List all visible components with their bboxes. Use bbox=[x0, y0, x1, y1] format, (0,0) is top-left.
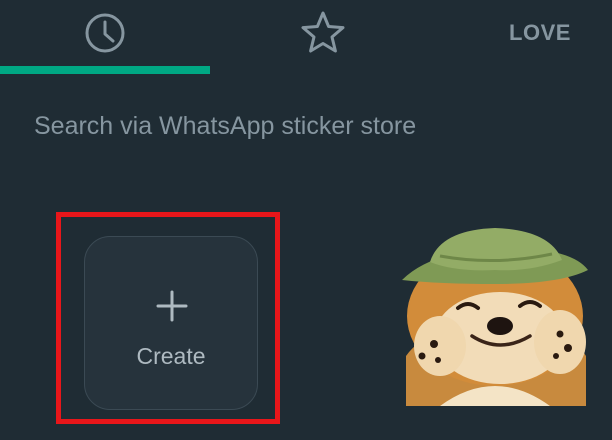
selected-tab-indicator bbox=[0, 66, 210, 74]
tab-love-label: LOVE bbox=[509, 20, 571, 45]
star-icon bbox=[301, 11, 345, 53]
sticker-store-search-link[interactable]: Search via WhatsApp sticker store bbox=[34, 112, 416, 141]
tab-favorites[interactable] bbox=[218, 0, 428, 66]
plus-icon bbox=[156, 290, 188, 322]
tab-recent[interactable] bbox=[0, 0, 210, 66]
sticker-category-tabs: LOVE bbox=[0, 0, 612, 74]
tab-love[interactable]: LOVE bbox=[468, 0, 612, 66]
create-label: Create bbox=[136, 343, 206, 369]
create-sticker-button[interactable]: Create bbox=[84, 236, 258, 410]
shiba-dog-with-hat-sticker[interactable] bbox=[400, 226, 590, 406]
clock-icon bbox=[85, 13, 125, 53]
